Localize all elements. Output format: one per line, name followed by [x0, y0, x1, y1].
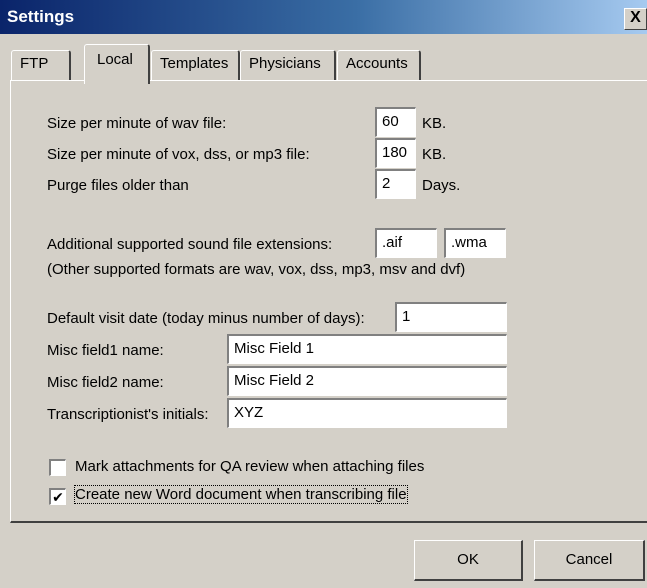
wav-size-label: Size per minute of wav file:	[47, 115, 227, 132]
misc1-label: Misc field1 name:	[47, 342, 164, 359]
word-doc-label[interactable]: Create new Word document when transcribi…	[74, 485, 408, 504]
misc2-label: Misc field2 name:	[47, 374, 164, 391]
tab-label: FTP	[20, 55, 49, 72]
tab-label: Local	[97, 51, 133, 68]
settings-panel: Size per minute of wav file: 60 KB. Size…	[10, 80, 647, 523]
visit-date-input[interactable]: 1	[395, 302, 507, 332]
purge-days-unit: Days.	[422, 177, 461, 194]
purge-days-input[interactable]: 2	[375, 169, 416, 199]
window-title: Settings	[7, 7, 75, 26]
vox-size-label: Size per minute of vox, dss, or mp3 file…	[47, 146, 310, 163]
extensions-label: Additional supported sound file extensio…	[47, 236, 333, 253]
misc2-input[interactable]: Misc Field 2	[227, 366, 507, 396]
checkmark-icon: ✔	[52, 489, 64, 505]
wav-size-input[interactable]: 60	[375, 107, 416, 137]
word-doc-checkbox[interactable]: ✔	[49, 488, 66, 505]
tab-ftp[interactable]: FTP	[11, 50, 71, 81]
vox-size-input[interactable]: 180	[375, 138, 416, 168]
initials-input[interactable]: XYZ	[227, 398, 507, 428]
tab-local[interactable]: Local	[84, 44, 150, 84]
visit-date-label: Default visit date (today minus number o…	[47, 310, 365, 327]
initials-label: Transcriptionist's initials:	[47, 406, 209, 423]
tab-label: Templates	[160, 55, 229, 72]
extension-input-2[interactable]: .wma	[444, 228, 506, 258]
wav-size-unit: KB.	[422, 115, 447, 132]
title-bar: Settings X	[0, 0, 647, 34]
misc1-input[interactable]: Misc Field 1	[227, 334, 507, 364]
tab-physicians[interactable]: Physicians	[240, 50, 336, 81]
ok-button[interactable]: OK	[414, 540, 523, 581]
qa-review-checkbox[interactable]	[49, 459, 66, 476]
close-icon: X	[630, 9, 641, 26]
tab-accounts[interactable]: Accounts	[337, 50, 421, 81]
vox-size-unit: KB.	[422, 146, 447, 163]
qa-review-label[interactable]: Mark attachments for QA review when atta…	[75, 458, 424, 475]
extensions-note: (Other supported formats are wav, vox, d…	[47, 261, 466, 278]
purge-label: Purge files older than	[47, 177, 189, 194]
cancel-button[interactable]: Cancel	[534, 540, 645, 581]
tab-label: Physicians	[249, 55, 321, 72]
tab-templates[interactable]: Templates	[151, 50, 240, 81]
extension-input-1[interactable]: .aif	[375, 228, 437, 258]
close-button[interactable]: X	[624, 8, 647, 30]
tab-label: Accounts	[346, 55, 408, 72]
